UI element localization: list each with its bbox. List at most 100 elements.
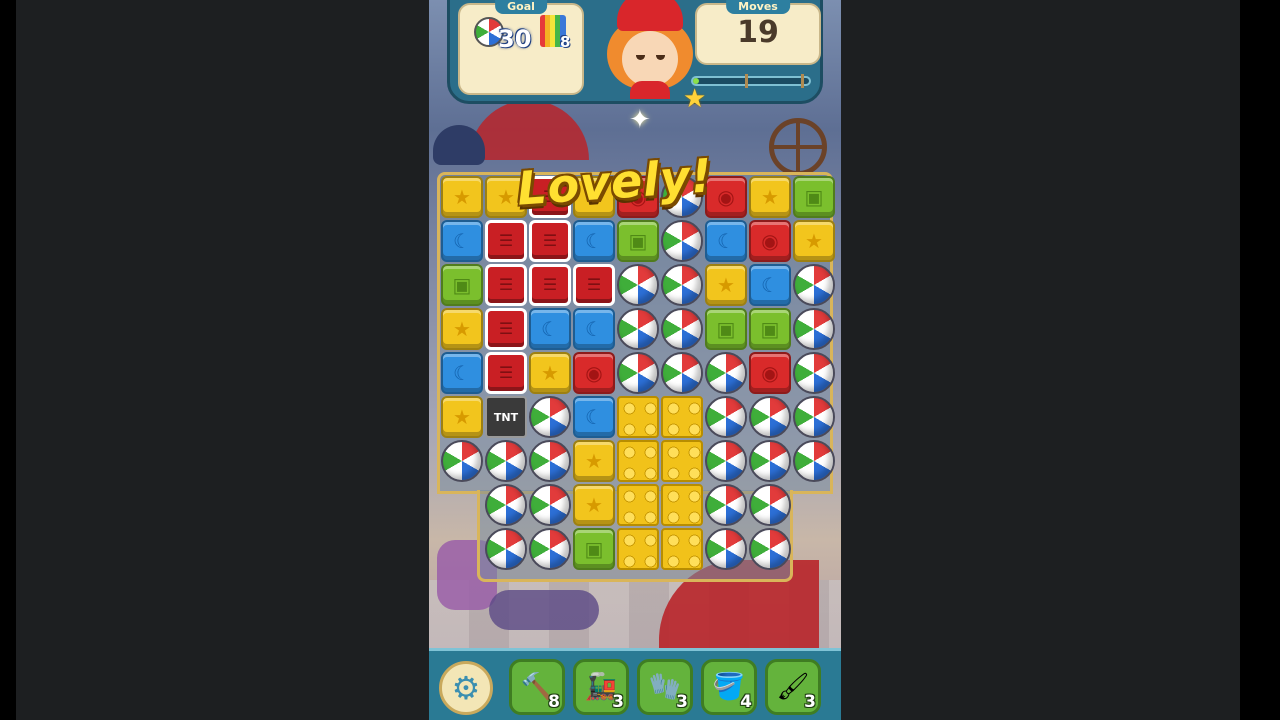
beach-ball-piece[interactable] [485,484,527,526]
sparkle-icon: ✦ [629,105,651,135]
beach-ball-piece[interactable] [529,484,571,526]
yellow-star-block[interactable]: ★ [705,264,747,306]
star-icon: ★ [683,84,707,114]
square-icon: ▣ [760,317,780,341]
settings-gear-button[interactable]: ⚙ [439,661,493,715]
beach-ball-piece[interactable] [793,308,835,350]
booster-count: 4 [740,692,752,712]
glove-booster[interactable]: 🧤 3 [637,659,693,715]
beach-ball-piece[interactable] [661,264,703,306]
beach-ball-piece[interactable] [793,396,835,438]
beach-ball-piece[interactable] [749,440,791,482]
red-crate-piece[interactable]: ☰ [485,352,527,394]
lego-block-piece [661,484,703,526]
lego-block-piece [617,396,659,438]
blue-moon-block[interactable]: ☾ [529,308,571,350]
red-circle-block[interactable]: ◉ [749,352,791,394]
blue-moon-block[interactable]: ☾ [749,264,791,306]
brush-booster[interactable]: 🖌 3 [765,659,821,715]
square-icon: ▣ [804,185,824,209]
beach-ball-piece[interactable] [529,396,571,438]
beach-ball-piece[interactable] [485,440,527,482]
beach-ball-piece[interactable] [793,352,835,394]
beach-ball-piece[interactable] [749,484,791,526]
game-board: ★ ★ ☰ ★ ◉ ◉ ★ ▣ ☾ ☰ ☰ ☾ ▣ ☾ ◉ ★ ▣ ☰ ☰ ☰ ★ ☾ ★ ☰ ☾ ☾ ▣ ▣ ☾ ☰ ★ ◉ ◉ ★ TNT ☾ ★ ★… [437,172,835,582]
beach-ball-piece[interactable] [705,484,747,526]
beach-ball-piece[interactable] [617,352,659,394]
beach-ball-piece[interactable] [749,396,791,438]
lego-block-piece [617,528,659,570]
beach-ball-piece[interactable] [529,528,571,570]
tnt-piece[interactable]: TNT [485,396,527,438]
score-progress-bar [691,74,811,88]
star-icon: ★ [585,449,603,473]
green-square-block[interactable]: ▣ [705,308,747,350]
yellow-star-block[interactable]: ★ [749,176,791,218]
lego-block-piece [661,528,703,570]
lego-block-piece [617,484,659,526]
star-icon: ★ [453,185,471,209]
scene-wheel [769,118,827,176]
beach-ball-piece[interactable] [617,264,659,306]
circle-icon: ◉ [761,229,779,253]
green-square-block[interactable]: ▣ [441,264,483,306]
train-booster[interactable]: 🚂 3 [573,659,629,715]
hammer-booster[interactable]: 🔨 8 [509,659,565,715]
red-crate-piece[interactable]: ☰ [529,220,571,262]
lego-block-piece [661,396,703,438]
beach-ball-piece[interactable] [793,264,835,306]
green-square-block[interactable]: ▣ [617,220,659,262]
beach-ball-piece[interactable] [705,352,747,394]
blue-moon-block[interactable]: ☾ [573,396,615,438]
beach-ball-piece[interactable] [705,440,747,482]
yellow-star-block[interactable]: ★ [441,308,483,350]
blue-moon-block[interactable]: ☾ [573,308,615,350]
beach-ball-piece[interactable] [793,440,835,482]
star-icon: ★ [453,405,471,429]
goal-ball-count: 30 [498,25,532,53]
blue-moon-block[interactable]: ☾ [441,352,483,394]
bucket-booster[interactable]: 🪣 4 [701,659,757,715]
beach-ball-piece[interactable] [705,396,747,438]
beach-ball-piece[interactable] [661,308,703,350]
yellow-star-block[interactable]: ★ [441,176,483,218]
yellow-star-block[interactable]: ★ [529,352,571,394]
green-square-block[interactable]: ▣ [793,176,835,218]
red-crate-piece[interactable]: ☰ [485,264,527,306]
yellow-star-block[interactable]: ★ [573,440,615,482]
blue-moon-block[interactable]: ☾ [441,220,483,262]
green-square-block[interactable]: ▣ [749,308,791,350]
green-square-block[interactable]: ▣ [573,528,615,570]
beach-ball-piece[interactable] [705,528,747,570]
moves-panel: Moves 19 [695,0,821,65]
beach-ball-piece[interactable] [749,528,791,570]
beach-ball-piece[interactable] [485,528,527,570]
red-crate-piece[interactable]: ☰ [573,264,615,306]
crate-icon: ☰ [542,231,558,250]
star-icon: ★ [585,493,603,517]
moon-icon: ☾ [585,405,603,429]
beach-ball-piece[interactable] [661,220,703,262]
red-circle-block[interactable]: ◉ [749,220,791,262]
booster-count: 3 [804,692,816,712]
scene-toy-truck [489,590,599,630]
red-circle-block[interactable]: ◉ [573,352,615,394]
red-crate-piece[interactable]: ☰ [529,264,571,306]
game-screen: Goal 30 8 Moves 19 ★ ★ ★ ☰ ★ ◉ ◉ ★ ▣ ☾ ☰ ☰ ☾ ▣ ☾ ◉ ★ ▣ ☰ ☰… [429,0,841,720]
red-crate-piece[interactable]: ☰ [485,220,527,262]
yellow-star-block[interactable]: ★ [793,220,835,262]
beach-ball-piece[interactable] [529,440,571,482]
moon-icon: ☾ [761,273,779,297]
red-crate-piece[interactable]: ☰ [485,308,527,350]
blue-moon-block[interactable]: ☾ [705,220,747,262]
top-hud: Goal 30 8 Moves 19 [447,0,823,104]
beach-ball-piece[interactable] [617,308,659,350]
blue-moon-block[interactable]: ☾ [573,220,615,262]
yellow-star-block[interactable]: ★ [573,484,615,526]
crate-icon: ☰ [498,231,514,250]
moon-icon: ☾ [585,229,603,253]
beach-ball-piece[interactable] [441,440,483,482]
lego-block-piece [617,440,659,482]
beach-ball-piece[interactable] [661,352,703,394]
yellow-star-block[interactable]: ★ [441,396,483,438]
